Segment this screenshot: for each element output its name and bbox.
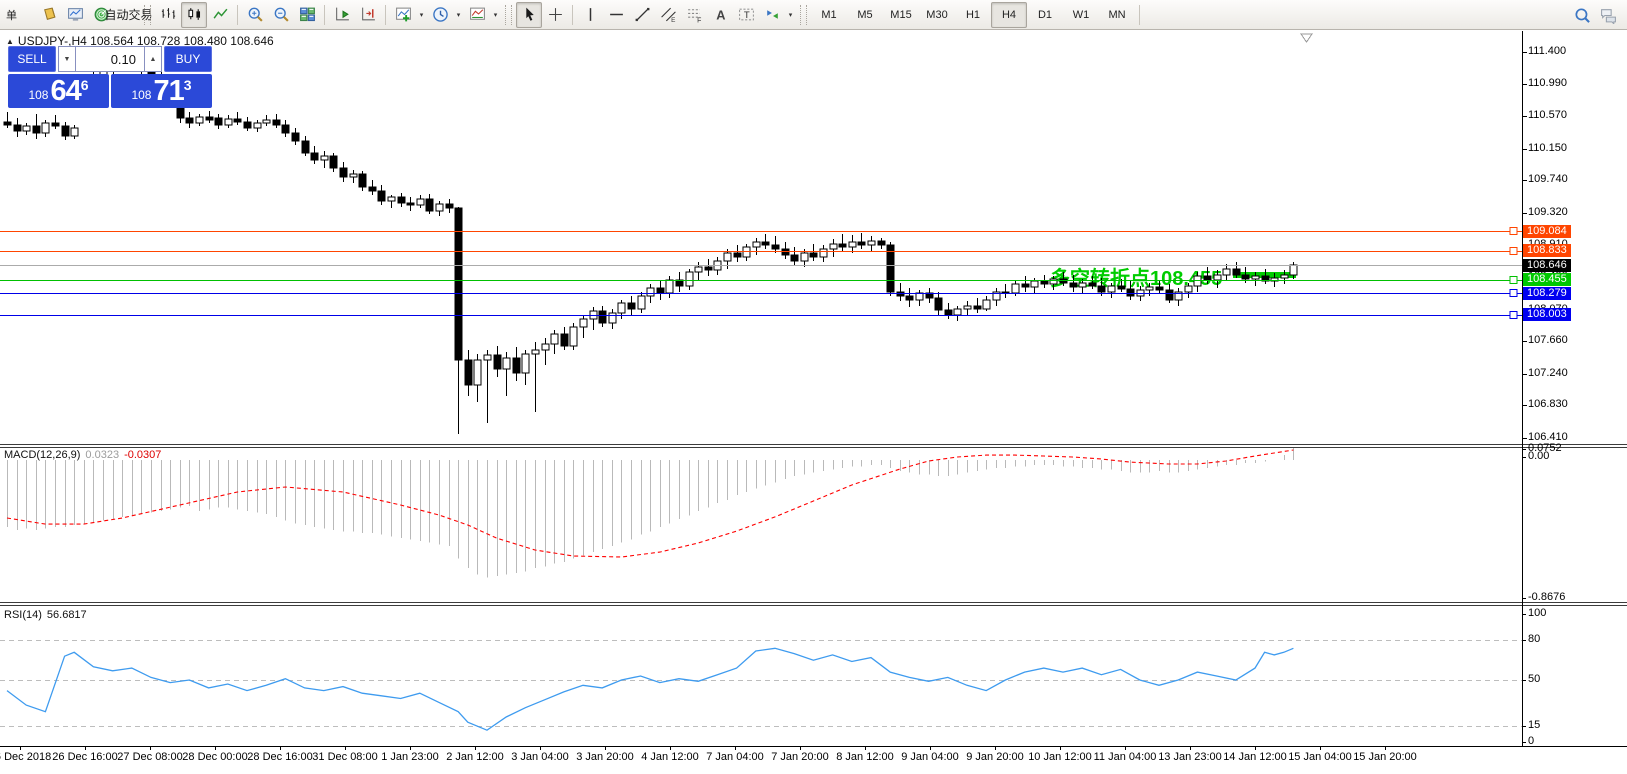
chart-canvas[interactable]: 多空转折点108.455	[0, 0, 1627, 774]
time-axis-label: 4 Jan 12:00	[641, 751, 699, 763]
sell-button[interactable]: SELL	[8, 46, 56, 72]
price-tick-label: 109.320	[1528, 206, 1568, 218]
time-axis-label: 28 Dec 00:00	[182, 751, 247, 763]
time-axis-label: 27 Dec 08:00	[117, 751, 182, 763]
terminal-window: 单自动交易▾▾▾EFAT▾M1M5M15M30H1H4D1W1MN 多空转折点1…	[0, 0, 1627, 774]
sell-price[interactable]: 108 64 6	[8, 74, 109, 108]
time-axis-label: 9 Jan 20:00	[966, 751, 1024, 763]
price-tick-label: 110.150	[1528, 142, 1567, 154]
sell-price-big: 64	[50, 75, 80, 108]
macd-name: MACD(12,26,9)	[4, 449, 80, 461]
time-axis-label: 1 Jan 23:00	[381, 751, 439, 763]
volume-input[interactable]	[76, 46, 144, 72]
sell-price-sup: 6	[81, 77, 89, 93]
time-axis-label: 14 Jan 12:00	[1223, 751, 1287, 763]
rsi-line	[7, 648, 1293, 730]
buy-price-big: 71	[153, 75, 183, 108]
macd-histogram	[8, 448, 1294, 578]
time-axis-label: 7 Jan 20:00	[771, 751, 829, 763]
price-line-label[interactable]: 109.084	[1523, 225, 1571, 238]
price-tick-label: 109.740	[1528, 173, 1568, 185]
time-axis-label: 15 Jan 20:00	[1353, 751, 1417, 763]
time-axis-label: 26 Dec 16:00	[52, 751, 117, 763]
price-line-label[interactable]: 108.279	[1523, 287, 1571, 300]
time-axis-label: 10 Jan 12:00	[1028, 751, 1092, 763]
volume-increase-button[interactable]: ▲	[144, 46, 162, 72]
time-axis-label: 31 Dec 08:00	[312, 751, 377, 763]
time-axis-label: 8 Jan 12:00	[836, 751, 894, 763]
sell-price-prefix: 108	[28, 88, 48, 102]
chart-shift-marker[interactable]	[1301, 34, 1312, 42]
rsi-axis-label: 100	[1528, 607, 1546, 619]
time-axis-label: 26 Dec 2018	[0, 751, 51, 763]
price-line-label[interactable]: 108.455	[1523, 273, 1571, 286]
macd-value-main: 0.0323	[85, 449, 119, 461]
price-line-label[interactable]: 108.833	[1523, 244, 1571, 257]
pane-separator-macd[interactable]	[0, 444, 1627, 448]
rsi-axis-label: 0	[1528, 735, 1534, 747]
macd-label: MACD(12,26,9) 0.0323 -0.0307	[4, 449, 161, 461]
buy-price[interactable]: 108 71 3	[111, 74, 212, 108]
time-axis-label: 3 Jan 20:00	[576, 751, 634, 763]
buy-button[interactable]: BUY	[164, 46, 212, 72]
time-axis-label: 9 Jan 04:00	[901, 751, 959, 763]
price-tick-label: 111.400	[1528, 45, 1566, 57]
time-axis-label: 11 Jan 04:00	[1094, 751, 1157, 763]
macd-value-signal: -0.0307	[124, 449, 161, 461]
macd-axis-label: 0.00	[1528, 450, 1549, 462]
current-price-label[interactable]: 108.646	[1523, 259, 1571, 272]
price-tick-label: 107.660	[1528, 334, 1568, 346]
buy-price-sup: 3	[184, 77, 192, 93]
pane-separator-rsi[interactable]	[0, 602, 1627, 606]
time-axis-label: 3 Jan 04:00	[511, 751, 569, 763]
rsi-value: 56.6817	[47, 609, 87, 621]
buy-price-prefix: 108	[131, 88, 151, 102]
axis-ticks	[21, 53, 1528, 751]
rsi-axis-label: 15	[1528, 719, 1540, 731]
time-axis-label: 7 Jan 04:00	[706, 751, 764, 763]
time-axis-label: 13 Jan 23:00	[1158, 751, 1222, 763]
time-axis-label: 15 Jan 04:00	[1288, 751, 1352, 763]
price-tick-label: 107.240	[1528, 367, 1568, 379]
price-tick-label: 110.570	[1528, 109, 1567, 121]
time-axis-label: 28 Dec 16:00	[247, 751, 312, 763]
rsi-label: RSI(14) 56.6817	[4, 609, 87, 621]
one-click-collapse-icon[interactable]: ▲	[6, 37, 14, 46]
volume-stepper: ▼ ▲	[58, 46, 162, 72]
one-click-panel: SELL ▼ ▲ BUY 108 64 6 108 71 3	[8, 46, 212, 108]
price-line-label[interactable]: 108.003	[1523, 308, 1571, 321]
price-tick-label: 110.990	[1528, 77, 1567, 89]
volume-decrease-button[interactable]: ▼	[58, 46, 76, 72]
rsi-name: RSI(14)	[4, 609, 42, 621]
rsi-axis-label: 50	[1528, 673, 1540, 685]
price-tick-label: 106.830	[1528, 398, 1568, 410]
time-axis-label: 2 Jan 12:00	[446, 751, 504, 763]
rsi-axis-label: 80	[1528, 633, 1540, 645]
macd-axis-label: -0.8676	[1528, 591, 1565, 603]
